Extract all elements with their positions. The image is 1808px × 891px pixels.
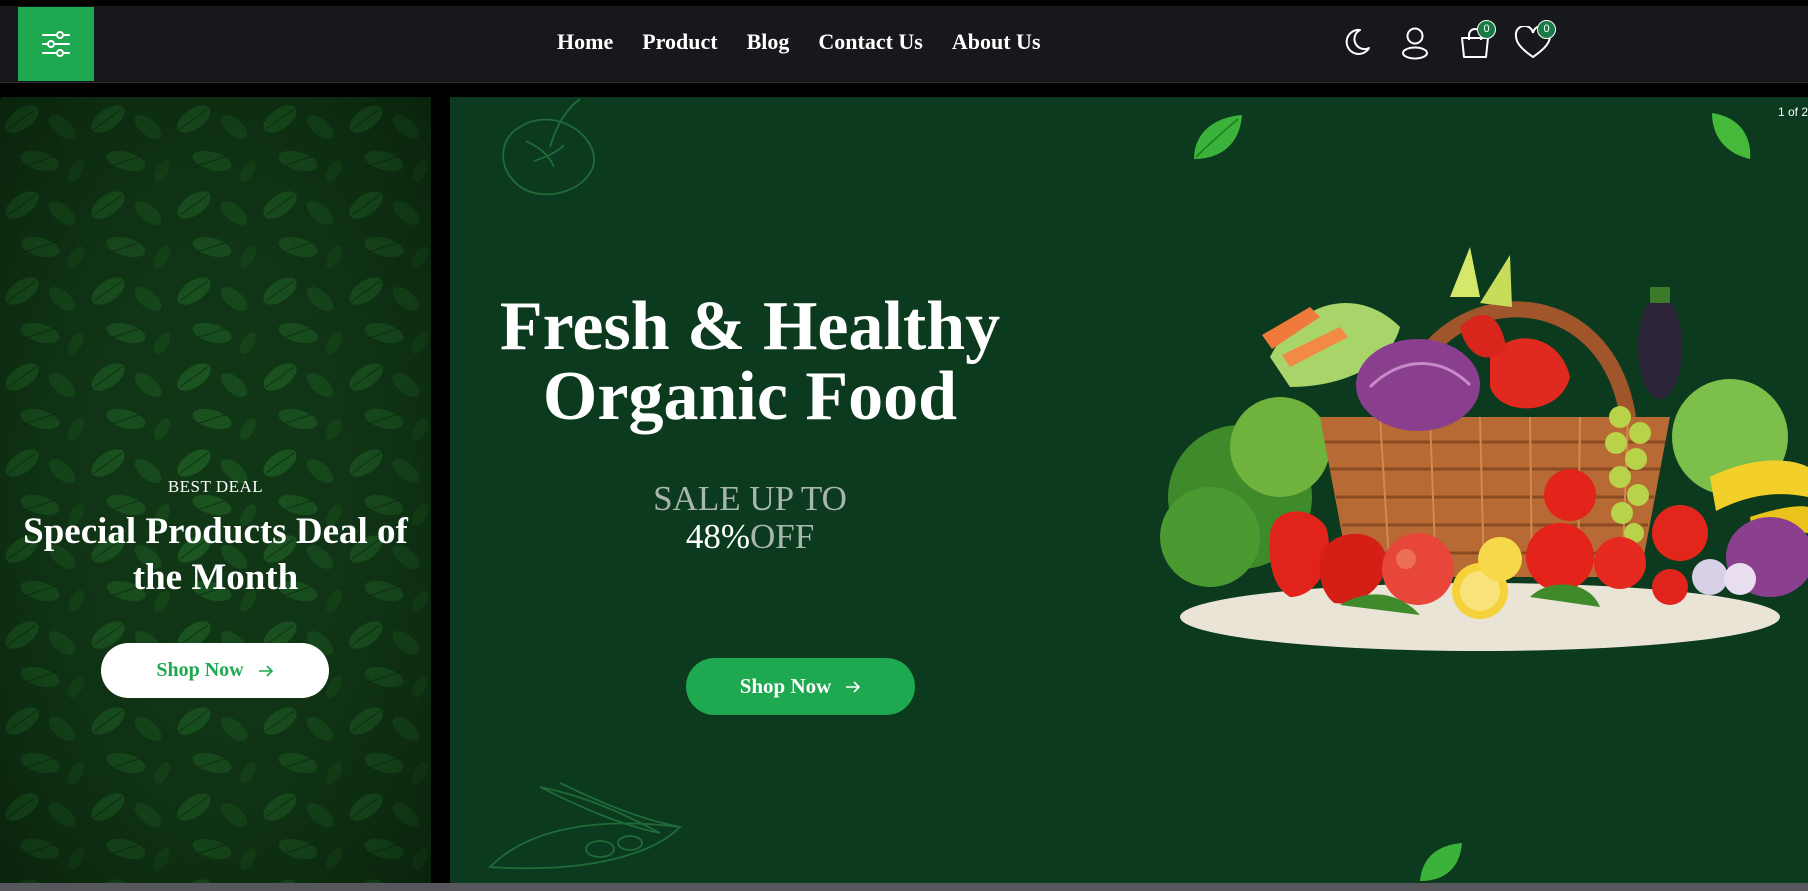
nav-home[interactable]: Home	[557, 26, 613, 58]
nav-contact-us[interactable]: Contact Us	[818, 26, 923, 58]
main-nav: Home Product Blog Contact Us About Us	[557, 26, 1070, 58]
navbar: Home Product Blog Contact Us About Us 0	[0, 6, 1808, 83]
nav-product[interactable]: Product	[642, 26, 717, 58]
vegetable-basket-image	[1160, 247, 1808, 651]
slide-pager: 1 of 2	[1777, 105, 1808, 119]
hero-title-line-1: Fresh & Healthy	[499, 288, 1001, 365]
theme-toggle[interactable]	[1342, 26, 1372, 63]
floating-leaf-decoration	[1194, 115, 1242, 159]
hero-shop-now-button[interactable]: Shop Now	[686, 658, 915, 715]
floating-leaf-decoration	[1420, 843, 1462, 881]
cart-count-badge: 0	[1477, 20, 1496, 39]
moon-icon	[1345, 28, 1370, 55]
arrow-right-icon	[258, 664, 273, 677]
sale-line-1: SALE UP TO	[653, 479, 847, 518]
hero-shop-now-label: Shop Now	[739, 674, 832, 698]
account-button[interactable]	[1400, 26, 1430, 65]
vegetable-outline-decoration	[502, 98, 595, 196]
sale-percent: 48%	[685, 517, 750, 556]
floating-leaf-decoration	[1712, 113, 1751, 159]
promo-title: Special Products Deal of the Month	[23, 511, 408, 598]
sliders-icon	[42, 31, 70, 57]
cart-button[interactable]: 0	[1458, 20, 1496, 65]
hero-title-line-2: Organic Food	[542, 358, 958, 435]
horizontal-scrollbar[interactable]	[0, 883, 1808, 891]
panel-divider	[431, 97, 450, 883]
peapod-outline-decoration	[487, 782, 682, 870]
wishlist-button[interactable]: 0	[1514, 20, 1556, 65]
deal-of-month-promo: BEST DEAL Special Products Deal of the M…	[0, 97, 431, 883]
wishlist-count-badge: 0	[1537, 20, 1556, 39]
sale-off: OFF	[749, 517, 815, 556]
promo-tag: BEST DEAL	[167, 477, 264, 496]
hero-title: Fresh & Healthy Organic Food	[490, 292, 1010, 432]
nav-about-us[interactable]: About Us	[952, 26, 1041, 58]
menu-button[interactable]	[18, 7, 94, 81]
sale-text: SALE UP TO 48%OFF	[630, 480, 870, 556]
sale-line-2: 48%OFF	[630, 518, 870, 556]
arrow-right-icon	[846, 680, 861, 693]
nav-blog[interactable]: Blog	[747, 26, 790, 58]
hero-slider: 1 of 2 Fresh & Healthy Organic Food SALE…	[450, 97, 1808, 883]
promo-shop-now-label: Shop Now	[156, 659, 244, 681]
promo-shop-now-button[interactable]: Shop Now	[101, 643, 329, 698]
user-icon	[1402, 27, 1428, 60]
